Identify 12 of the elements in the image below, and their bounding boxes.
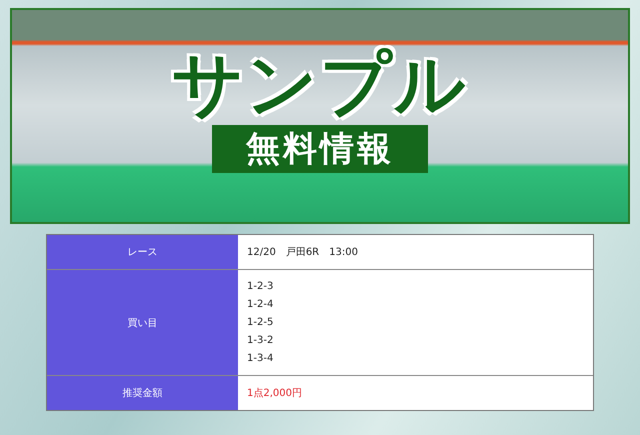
banner-subtitle: 無料情報 bbox=[212, 124, 428, 174]
table-cell-text: 12/20 戸田6R 13:00 bbox=[247, 246, 359, 258]
row-header: 推奨金額 bbox=[47, 375, 238, 410]
banner-title: サンプル bbox=[172, 48, 468, 119]
row-header: レース bbox=[47, 235, 238, 269]
table-cell-text: 1-3-2 bbox=[247, 334, 274, 347]
row-header: 買い目 bbox=[47, 269, 238, 375]
table-cell-text: 1-2-3 bbox=[247, 280, 274, 293]
table-cell-text: 1-2-4 bbox=[247, 298, 274, 311]
table-cell-text: 1-3-4 bbox=[247, 352, 274, 365]
table-cell-text: 1点2,000円 bbox=[247, 386, 303, 400]
table-cell-text: 1-2-5 bbox=[247, 316, 274, 329]
